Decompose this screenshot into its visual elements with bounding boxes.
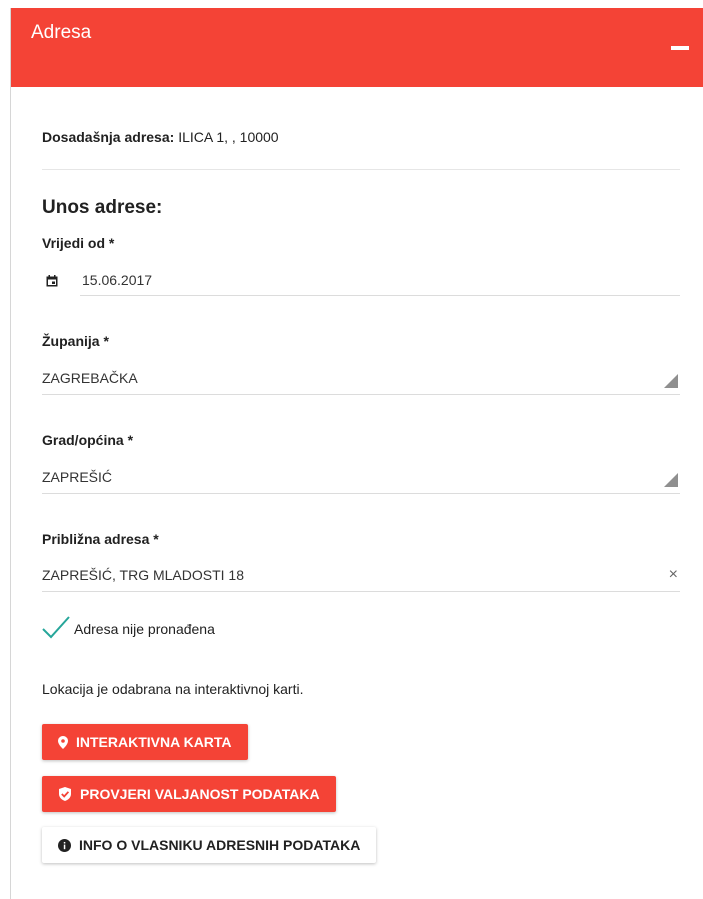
previous-address-value: ILICA 1, , 10000 bbox=[178, 129, 279, 145]
valid-from-field[interactable]: 15.06.2017 bbox=[42, 264, 680, 296]
info-icon bbox=[58, 838, 71, 852]
previous-address: Dosadašnja adresa: ILICA 1, , 10000 bbox=[42, 129, 279, 145]
location-info-text: Lokacija je odabrana na interaktivnoj ka… bbox=[42, 681, 304, 697]
county-value: ZAGREBAČKA bbox=[42, 370, 138, 386]
city-value: ZAPREŠIĆ bbox=[42, 469, 113, 485]
interactive-map-label: INTERAKTIVNA KARTA bbox=[76, 734, 232, 750]
city-label: Grad/općina * bbox=[42, 432, 134, 448]
field-underline bbox=[80, 295, 680, 296]
valid-from-label: Vrijedi od * bbox=[42, 235, 115, 251]
panel-header: Adresa bbox=[11, 8, 703, 87]
approx-address-label: Približna adresa * bbox=[42, 531, 159, 547]
valid-from-value: 15.06.2017 bbox=[82, 272, 153, 288]
map-pin-icon bbox=[58, 735, 68, 749]
dropdown-arrow-icon[interactable] bbox=[664, 374, 678, 388]
checkmark-icon bbox=[42, 616, 70, 639]
dropdown-arrow-icon[interactable] bbox=[664, 473, 678, 487]
city-select[interactable]: ZAPREŠIĆ bbox=[42, 461, 680, 494]
status-text: Adresa nije pronađena bbox=[74, 621, 215, 637]
owner-info-button[interactable]: INFO O VLASNIKU ADRESNIH PODATAKA bbox=[42, 827, 377, 863]
county-label: Županija * bbox=[42, 333, 109, 349]
validate-data-button[interactable]: PROVJERI VALJANOST PODATAKA bbox=[42, 776, 336, 812]
collapse-button[interactable] bbox=[671, 46, 689, 50]
shield-check-icon bbox=[59, 787, 71, 801]
address-panel: Adresa Dosadašnja adresa: ILICA 1, , 100… bbox=[10, 8, 703, 899]
section-title: Unos adrese: bbox=[42, 197, 163, 218]
owner-info-label: INFO O VLASNIKU ADRESNIH PODATAKA bbox=[79, 837, 361, 853]
calendar-icon[interactable] bbox=[46, 275, 58, 287]
panel-title: Adresa bbox=[31, 22, 92, 43]
clear-icon[interactable]: × bbox=[669, 566, 678, 584]
previous-address-label: Dosadašnja adresa: bbox=[42, 129, 175, 145]
county-select[interactable]: ZAGREBAČKA bbox=[42, 362, 680, 395]
approx-address-value: ZAPREŠIĆ, TRG MLADOSTI 18 bbox=[42, 567, 245, 583]
validate-data-label: PROVJERI VALJANOST PODATAKA bbox=[80, 786, 320, 802]
approx-address-input[interactable]: ZAPREŠIĆ, TRG MLADOSTI 18 × bbox=[42, 559, 680, 592]
divider bbox=[42, 169, 680, 170]
interactive-map-button[interactable]: INTERAKTIVNA KARTA bbox=[42, 724, 248, 760]
